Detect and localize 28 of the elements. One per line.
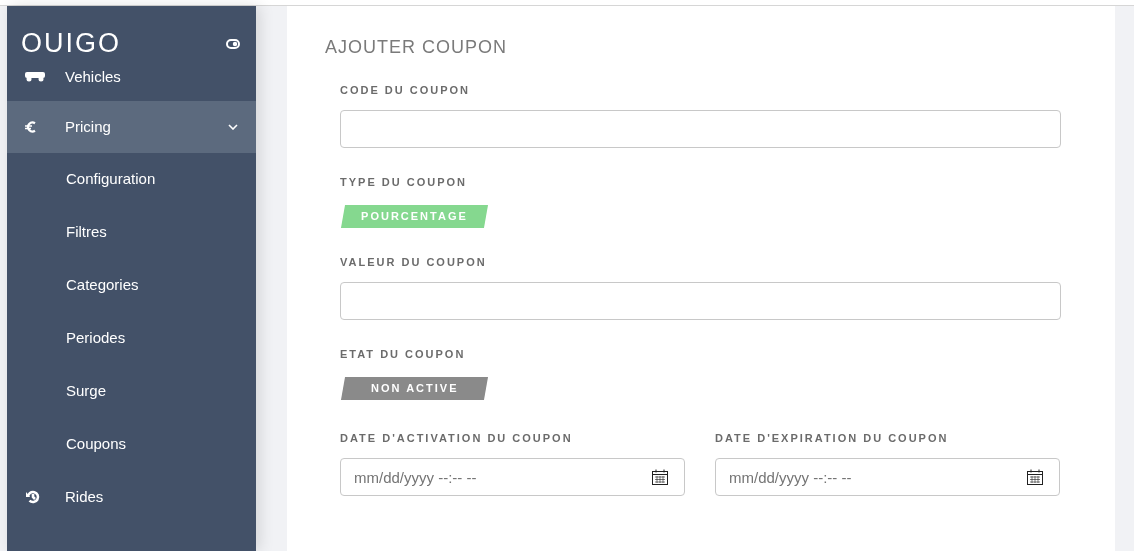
date-field[interactable]: mm/dd/yyyy --:-- -- bbox=[715, 458, 1060, 496]
submenu-item[interactable]: Surge bbox=[7, 365, 256, 418]
field-label: DATE D'ACTIVATION DU COUPON bbox=[340, 433, 574, 444]
field-label: ETAT DU COUPON bbox=[340, 349, 467, 360]
toggle-icon[interactable] bbox=[226, 38, 240, 49]
submenu-item[interactable]: Periodes bbox=[7, 312, 256, 365]
calendar-icon[interactable] bbox=[1026, 468, 1044, 486]
sidebar-item[interactable]: Vehicles bbox=[7, 67, 256, 87]
submenu-item[interactable]: Filtres bbox=[7, 206, 256, 259]
date-field[interactable]: mm/dd/yyyy --:-- -- bbox=[340, 458, 685, 496]
sidebar-item[interactable]: Rides bbox=[7, 471, 256, 523]
chevron-icon bbox=[228, 124, 238, 130]
submenu-item[interactable]: Categories bbox=[7, 259, 256, 312]
euro-icon bbox=[25, 121, 36, 133]
field-label: TYPE DU COUPON bbox=[340, 177, 468, 188]
field-label: CODE DU COUPON bbox=[340, 85, 472, 96]
brand-logo: OUIGO bbox=[21, 30, 121, 57]
submenu-item[interactable]: Coupons bbox=[7, 418, 256, 471]
calendar-icon[interactable] bbox=[651, 468, 669, 486]
car-icon bbox=[25, 72, 45, 82]
text-field[interactable] bbox=[340, 282, 1061, 320]
field-label: VALEUR DU COUPON bbox=[340, 257, 488, 268]
submenu-item[interactable]: Configuration bbox=[7, 153, 256, 206]
field-label: DATE D'EXPIRATION DU COUPON bbox=[715, 433, 950, 444]
sidebar-item[interactable]: Pricing bbox=[7, 101, 256, 153]
history-icon bbox=[25, 489, 41, 505]
text-field[interactable] bbox=[340, 110, 1061, 148]
form-title: AJOUTER COUPON bbox=[325, 38, 508, 56]
